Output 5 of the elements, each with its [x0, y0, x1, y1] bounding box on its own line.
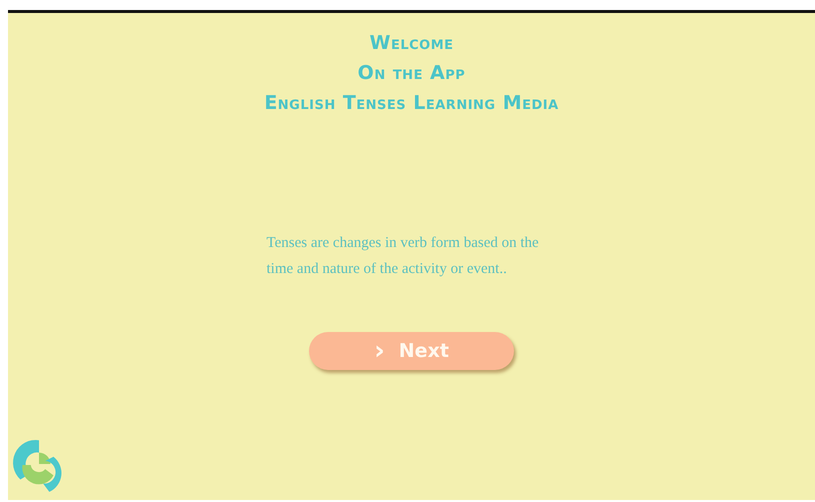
heading-text: Welcome [369, 31, 454, 55]
description-text: Tenses are changes in verb form based on the time and nature of the activity or event.. [266, 234, 540, 279]
heading-text: On the App [358, 61, 466, 85]
heading-text: English Tenses Learning Media [264, 91, 559, 115]
next-button[interactable]: › Next [309, 332, 514, 370]
